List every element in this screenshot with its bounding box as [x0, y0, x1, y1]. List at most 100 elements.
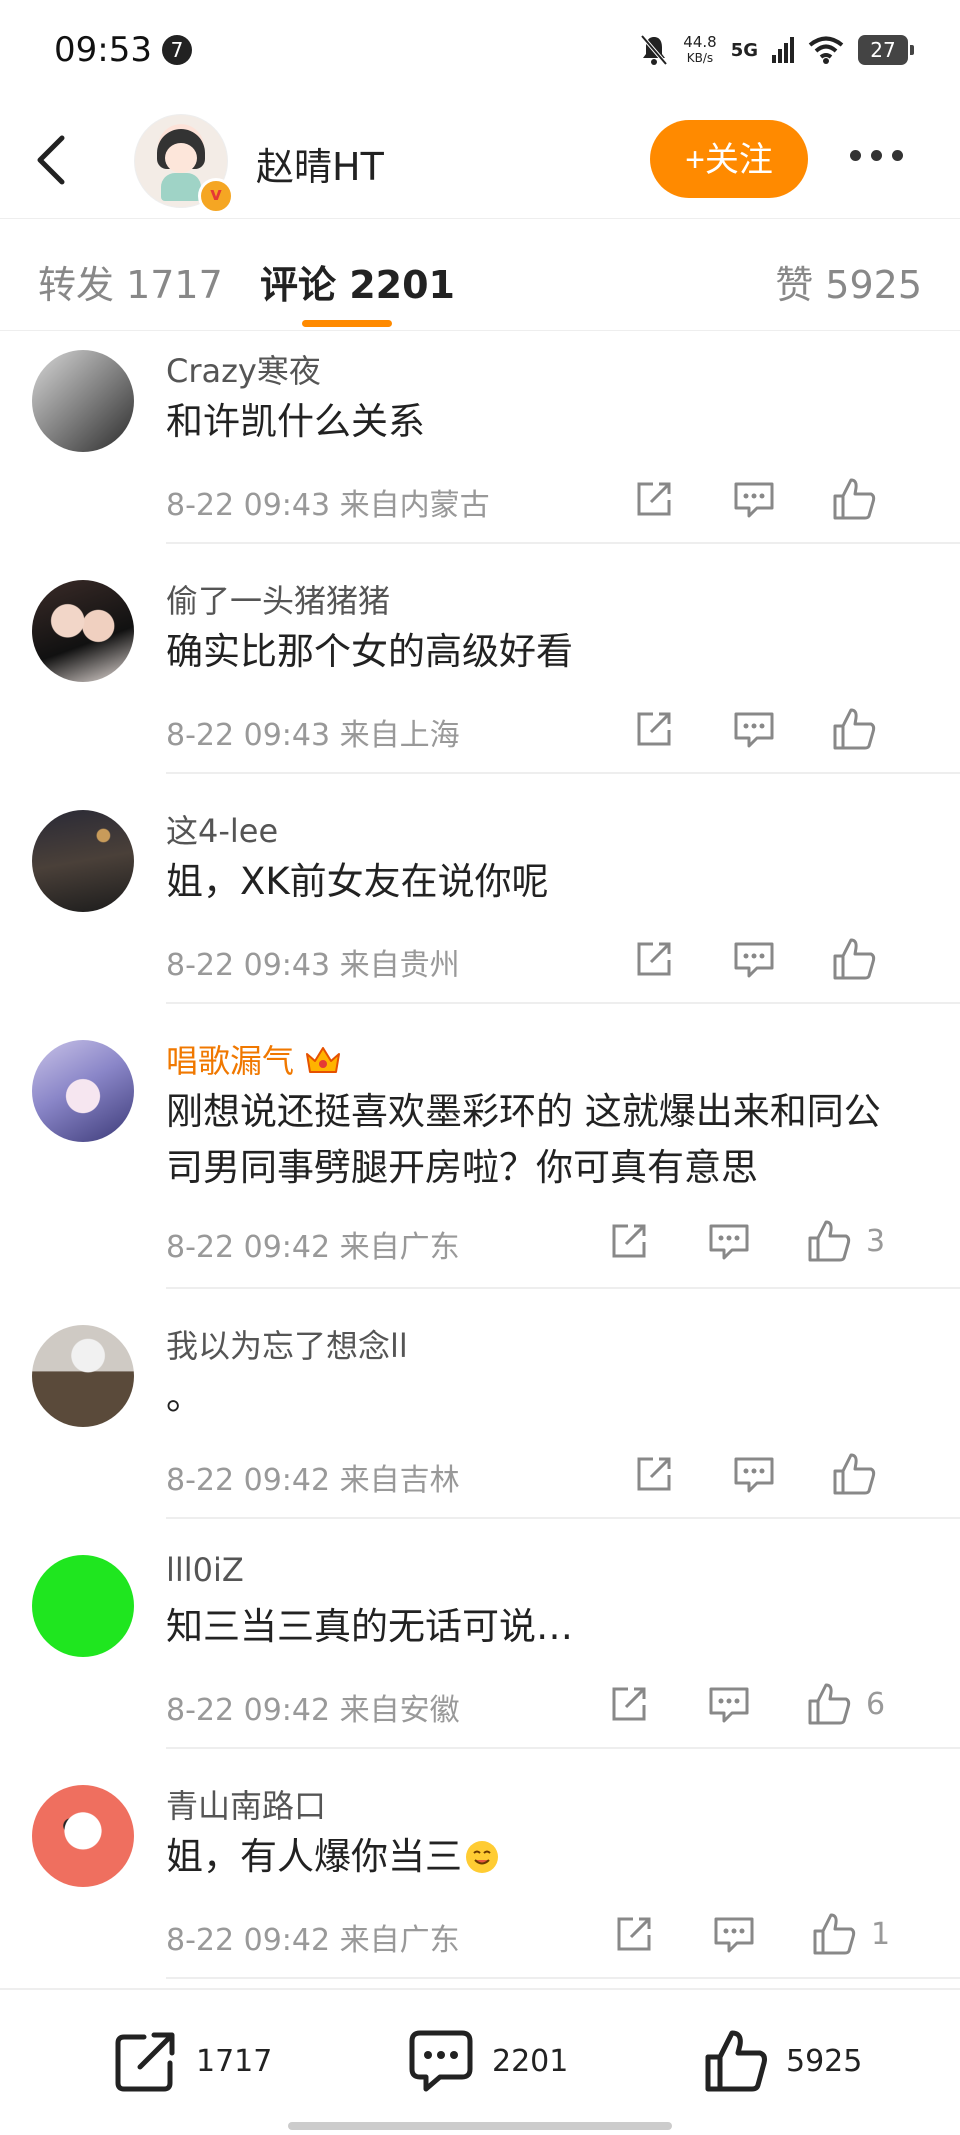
status-time: 09:53 — [54, 30, 152, 70]
comment-text: 知三当三真的无话可说… — [166, 1605, 573, 1648]
reply-icon[interactable] — [731, 476, 777, 522]
engagement-tabs: 转发 1717 评论 2201 赞 5925 — [0, 218, 960, 331]
status-icons: 44.8 KB/s 5G 27 — [639, 28, 914, 72]
comment-item: 偷了一头猪猪猪 确实比那个女的高级好看 8-22 09:43 来自上海 — [0, 560, 960, 790]
comment-text: 。 — [166, 1375, 203, 1418]
reply-icon[interactable] — [731, 706, 777, 752]
commenter-avatar[interactable] — [32, 1040, 134, 1142]
comment-count: 2201 — [492, 2043, 569, 2079]
drooling-face-emoji-icon — [466, 1841, 498, 1873]
vip-crown-icon — [306, 1047, 341, 1073]
share-icon[interactable] — [631, 936, 677, 982]
share-icon[interactable] — [631, 1451, 677, 1497]
reply-icon[interactable] — [711, 1911, 757, 1957]
share-icon[interactable] — [606, 1681, 652, 1727]
reply-icon[interactable] — [731, 1451, 777, 1497]
like-icon[interactable] — [831, 706, 877, 752]
wifi-icon — [808, 36, 844, 64]
comment-actions — [560, 706, 960, 756]
like-icon[interactable] — [806, 1218, 852, 1264]
reply-icon[interactable] — [731, 936, 777, 982]
speed-unit: KB/s — [686, 51, 714, 65]
share-icon[interactable] — [631, 706, 677, 752]
battery-level: 27 — [858, 35, 914, 65]
reply-icon[interactable] — [706, 1681, 752, 1727]
comment-meta: 8-22 09:42 来自广东 — [166, 1230, 460, 1265]
comment-icon — [409, 2030, 473, 2092]
comment-divider — [166, 1002, 960, 1004]
comment-button[interactable]: 2201 — [406, 2026, 568, 2096]
like-icon[interactable] — [811, 1911, 857, 1957]
comment-item: lll0iZ 知三当三真的无话可说… 8-22 09:42 来自安徽 6 — [0, 1535, 960, 1765]
commenter-name[interactable]: 青山南路口 — [166, 1781, 326, 1827]
commenter-name-text: 唱歌漏气 — [166, 1042, 295, 1080]
post-header: v 赵晴HT +关注 — [0, 100, 960, 219]
avatar-face — [165, 143, 197, 173]
commenter-name[interactable]: 我以为忘了想念ll — [166, 1321, 408, 1367]
commenter-avatar[interactable] — [32, 810, 134, 912]
comment-divider — [166, 542, 960, 544]
commenter-name[interactable]: 这4-lee — [166, 806, 278, 852]
comment-actions — [560, 1451, 960, 1501]
like-icon[interactable] — [831, 476, 877, 522]
network-speed: 44.8 KB/s — [683, 34, 716, 66]
network-type: 5G — [730, 39, 758, 61]
comment-actions: 1 — [560, 1911, 960, 1961]
tab-like[interactable]: 赞 5925 — [775, 254, 922, 309]
back-arrow-icon[interactable] — [30, 130, 80, 190]
repost-button[interactable]: 1717 — [112, 2026, 272, 2096]
like-count: 3 — [866, 1224, 886, 1259]
repost-count: 1717 — [196, 2043, 273, 2079]
comment-item: Crazy寒夜 和许凯什么关系 8-22 09:43 来自内蒙古 — [0, 330, 960, 560]
comment-item: 青山南路口 姐，有人爆你当三 8-22 09:42 来自广东 1 — [0, 1765, 960, 1995]
share-icon[interactable] — [606, 1218, 652, 1264]
like-count: 6 — [866, 1687, 886, 1722]
comment-meta: 8-22 09:43 来自内蒙古 — [166, 488, 490, 523]
speed-value: 44.8 — [683, 33, 717, 51]
like-icon[interactable] — [831, 936, 877, 982]
commenter-avatar[interactable] — [32, 1555, 134, 1657]
thumbs-up-icon — [705, 2030, 767, 2092]
comment-divider — [166, 772, 960, 774]
comment-actions: 3 — [560, 1218, 960, 1268]
share-icon[interactable] — [631, 476, 677, 522]
commenter-name[interactable]: lll0iZ — [166, 1551, 244, 1589]
commenter-name[interactable]: 偷了一头猪猪猪 — [166, 576, 390, 622]
like-button[interactable]: 5925 — [702, 2026, 862, 2096]
comment-text: 姐，XK前女友在说你呢 — [166, 860, 549, 903]
follow-button[interactable]: +关注 — [650, 120, 808, 198]
comment-meta: 8-22 09:42 来自安徽 — [166, 1693, 460, 1728]
comment-text: 姐，有人爆你当三 — [166, 1829, 906, 1885]
comment-text: 确实比那个女的高级好看 — [166, 630, 573, 673]
commenter-avatar[interactable] — [32, 350, 134, 452]
like-icon[interactable] — [831, 1451, 877, 1497]
comment-divider — [166, 1977, 960, 1979]
comment-text: 刚想说还挺喜欢墨彩环的 这就爆出来和同公司男同事劈腿开房啦？你可真有意思 — [166, 1090, 881, 1189]
comment-meta: 8-22 09:43 来自贵州 — [166, 948, 460, 983]
repost-icon — [115, 2032, 175, 2092]
tab-repost[interactable]: 转发 1717 — [38, 254, 223, 309]
comment-text-body: 姐，有人爆你当三 — [166, 1835, 462, 1878]
like-count: 1 — [871, 1917, 891, 1952]
commenter-name[interactable]: Crazy寒夜 — [166, 346, 321, 392]
more-options-icon[interactable] — [850, 146, 920, 172]
like-icon[interactable] — [806, 1681, 852, 1727]
author-name[interactable]: 赵晴HT — [256, 136, 384, 191]
tab-comment[interactable]: 评论 2201 — [260, 254, 455, 309]
comment-text: 和许凯什么关系 — [166, 400, 425, 443]
commenter-avatar[interactable] — [32, 580, 134, 682]
signal-icon — [772, 37, 794, 63]
status-bar: 09:53 7 44.8 KB/s 5G 27 — [0, 0, 960, 100]
home-indicator[interactable] — [288, 2122, 672, 2130]
commenter-avatar[interactable] — [32, 1785, 134, 1887]
comment-actions — [560, 936, 960, 986]
commenter-name[interactable]: 唱歌漏气 — [166, 1036, 342, 1082]
share-icon[interactable] — [611, 1911, 657, 1957]
reply-icon[interactable] — [706, 1218, 752, 1264]
active-tab-indicator — [302, 320, 392, 327]
commenter-avatar[interactable] — [32, 1325, 134, 1427]
comment-meta: 8-22 09:43 来自上海 — [166, 718, 460, 753]
comment-meta: 8-22 09:42 来自吉林 — [166, 1463, 460, 1498]
comment-divider — [166, 1747, 960, 1749]
avatar-dress — [161, 173, 201, 201]
